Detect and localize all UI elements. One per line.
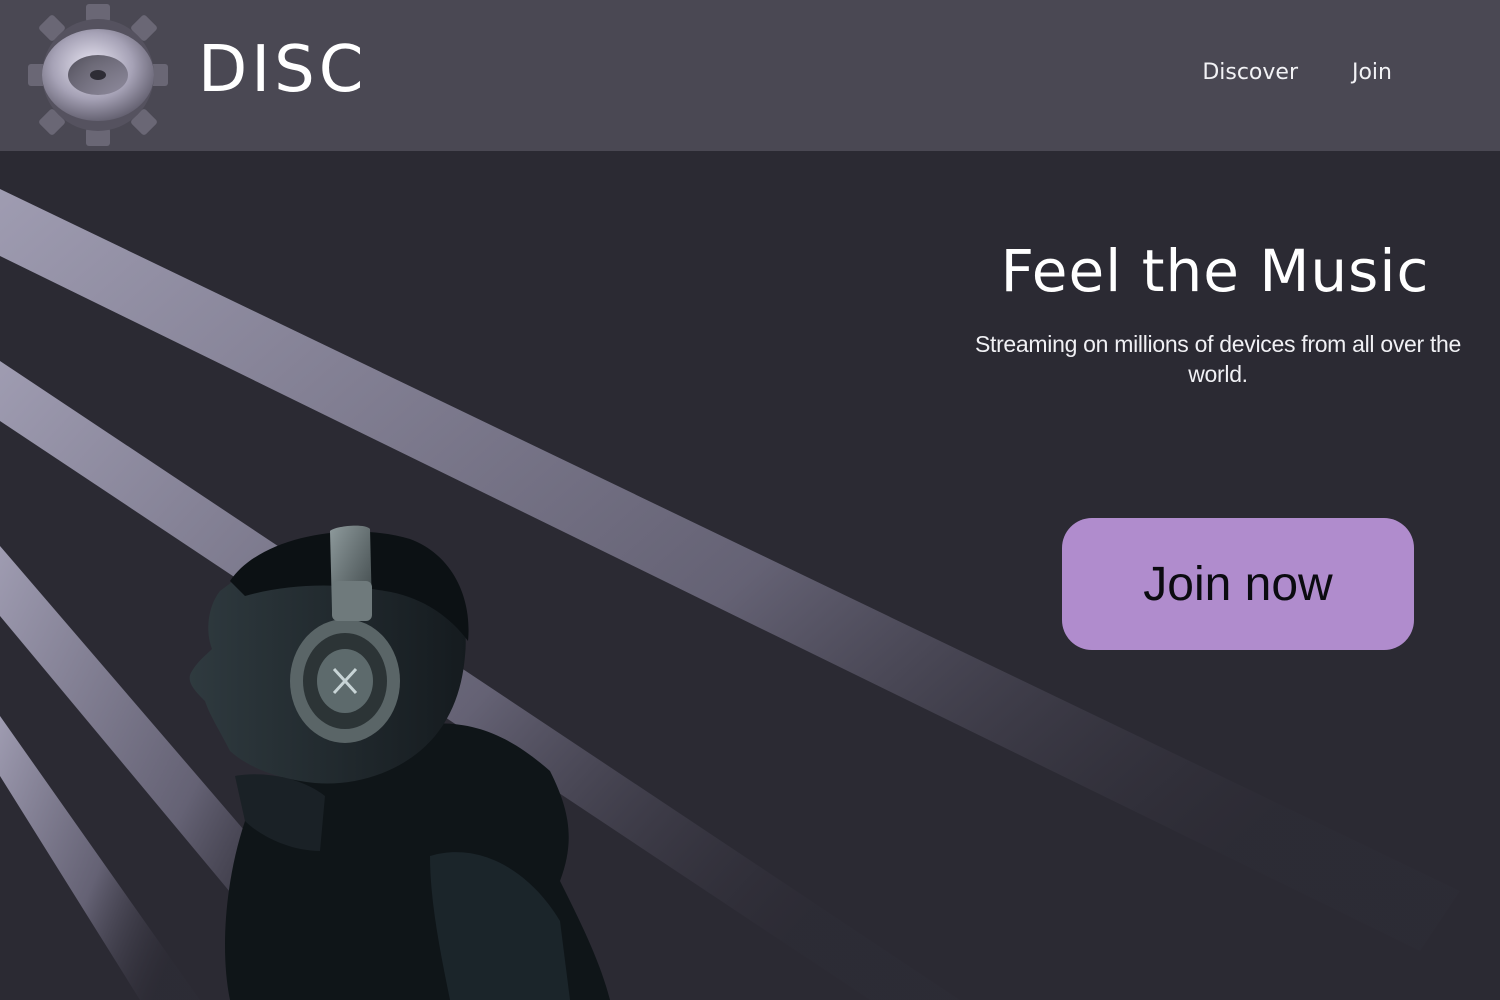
nav-join-link[interactable]: Join [1352,60,1392,85]
person-with-headphones-image [189,525,610,1000]
nav-discover-link[interactable]: Discover [1202,60,1298,85]
brand-name[interactable]: DISC [198,30,367,110]
main-nav: Discover Join [1202,60,1392,85]
hero-section: Feel the Music Streaming on millions of … [0,151,1500,1000]
vinyl-disc-icon[interactable] [28,4,168,146]
hero-subtitle: Streaming on millions of devices from al… [974,331,1462,387]
site-header: DISC Discover Join [0,0,1500,151]
hero-title: Feel the Music [1000,237,1430,305]
join-now-button[interactable]: Join now [1062,518,1414,650]
page: DISC Discover Join Feel the Music Stream… [0,0,1500,1000]
